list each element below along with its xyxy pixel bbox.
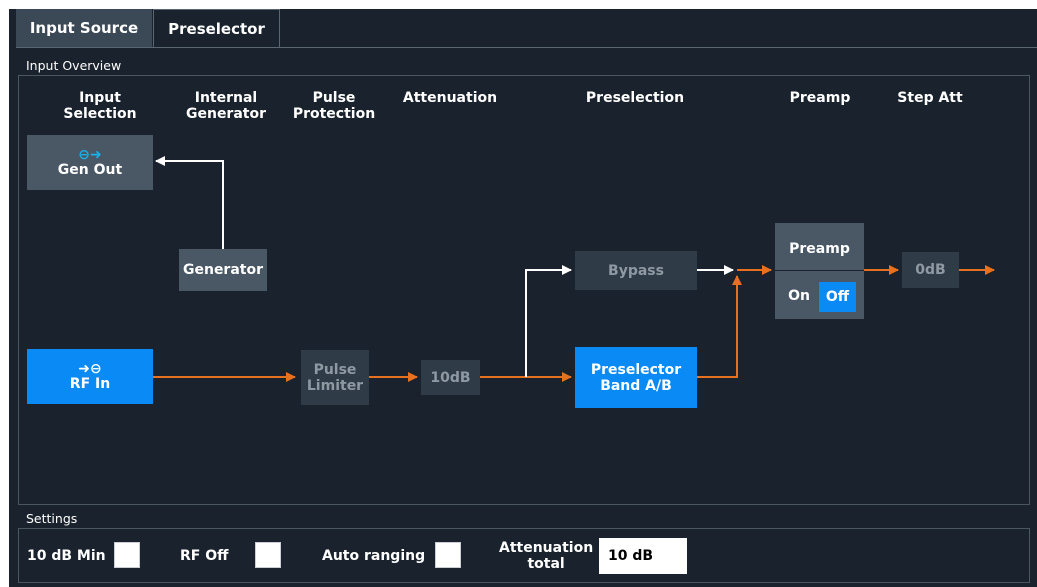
preamp-off-toggle[interactable]: Off: [819, 282, 856, 312]
att-to-bypass-line: [525, 265, 572, 377]
settings-label: Settings: [26, 511, 78, 526]
min-10db-checkbox[interactable]: [114, 542, 140, 568]
rf-off-checkbox[interactable]: [255, 542, 281, 568]
gen-out-block[interactable]: ⊖➜ Gen Out: [27, 135, 153, 190]
output-arrow-icon: ⊖➜: [78, 146, 102, 163]
generator-to-genout-line: [155, 156, 224, 249]
preselector-to-junction-line: [697, 275, 742, 378]
rf-off-label: RF Off: [180, 548, 229, 564]
signal-path-diagram: [153, 156, 995, 382]
bypass-block[interactable]: Bypass: [575, 251, 697, 290]
input-arrow-icon: ➜⊖: [78, 360, 102, 377]
preamp-block-title: Preamp: [789, 241, 850, 257]
preselector-band-block[interactable]: Preselector Band A/B: [575, 347, 697, 408]
step-att-block[interactable]: 0dB: [902, 252, 959, 288]
attenuation-block[interactable]: 10dB: [421, 360, 480, 395]
attenuation-total-label: Attenuation total: [499, 540, 594, 572]
attenuation-total-field[interactable]: 10 dB: [599, 538, 687, 574]
preamp-on-toggle[interactable]: On: [783, 283, 815, 309]
pulse-limiter-block[interactable]: Pulse Limiter: [301, 350, 369, 405]
auto-ranging-checkbox[interactable]: [435, 542, 461, 568]
preamp-block: Preamp On Off: [775, 223, 864, 319]
auto-ranging-label: Auto ranging: [322, 548, 426, 564]
min-10db-label: 10 dB Min: [27, 548, 106, 564]
rf-in-block[interactable]: ➜⊖ RF In: [27, 349, 153, 404]
preamp-divider: [775, 270, 864, 271]
generator-block[interactable]: Generator: [179, 249, 267, 291]
